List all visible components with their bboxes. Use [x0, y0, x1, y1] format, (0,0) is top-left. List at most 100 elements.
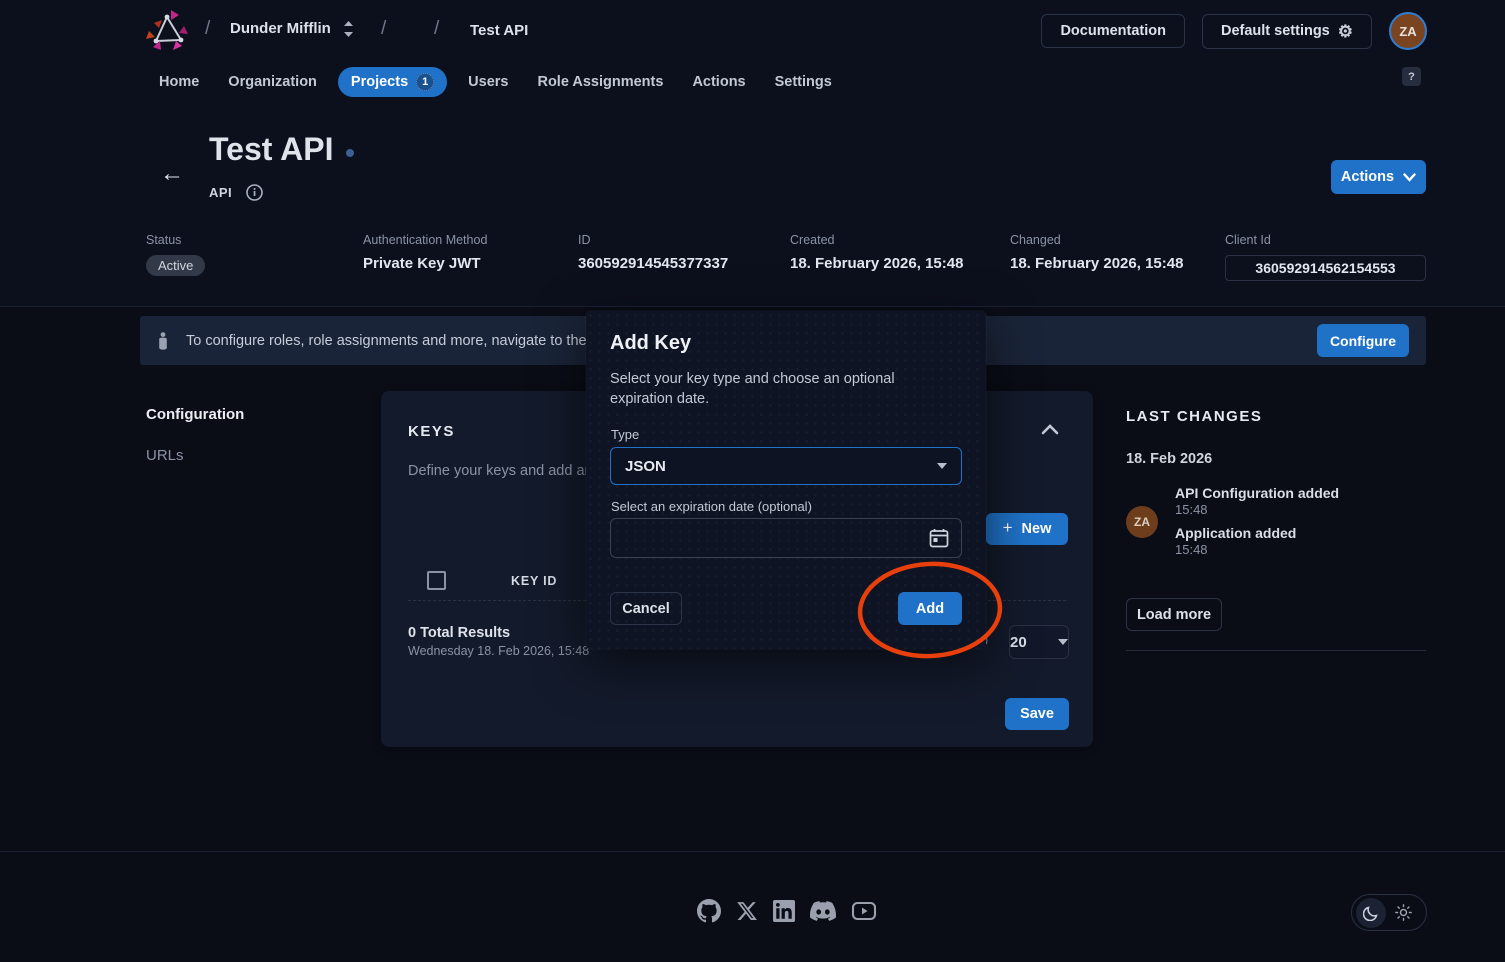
save-button[interactable]: Save [1005, 698, 1069, 730]
change-event-time: 15:48 [1175, 502, 1208, 517]
breadcrumb-app[interactable]: Test API [470, 22, 528, 39]
back-arrow-icon[interactable]: ← [160, 160, 184, 188]
meta-client-id: Client Id 360592914562154553 [1225, 233, 1426, 281]
documentation-button[interactable]: Documentation [1041, 14, 1185, 48]
status-dot-icon [346, 149, 354, 157]
discord-icon[interactable] [810, 898, 836, 924]
x-twitter-icon[interactable] [736, 900, 758, 922]
info-circle-icon[interactable] [246, 184, 263, 201]
gear-icon: ⚙ [1338, 23, 1353, 40]
change-author-avatar: ZA [1126, 506, 1158, 538]
social-links [697, 898, 877, 924]
meta-value: 18. February 2026, 15:48 [790, 255, 1010, 272]
nav-tab-users[interactable]: Users [468, 74, 508, 90]
cancel-button[interactable]: Cancel [610, 592, 682, 625]
breadcrumb-slash: / [205, 18, 210, 40]
client-id-value[interactable]: 360592914562154553 [1225, 255, 1426, 281]
chevron-down-icon [937, 463, 947, 469]
key-type-value: JSON [625, 458, 666, 475]
column-header-key-id: KEY ID [511, 574, 557, 588]
page-size-select[interactable]: 20 [1009, 625, 1069, 659]
meta-auth-method: Authentication Method Private Key JWT [363, 233, 578, 281]
meta-label: Changed [1010, 233, 1225, 247]
add-key-dialog: Add Key Select your key type and choose … [586, 311, 986, 649]
nav-tab-role-assignments[interactable]: Role Assignments [537, 74, 663, 90]
org-switch-icon [343, 21, 354, 37]
header-actions: Documentation Default settings ⚙ ZA [1041, 12, 1427, 50]
meta-label: Created [790, 233, 1010, 247]
new-key-button[interactable]: + New [986, 513, 1068, 545]
nav-tab-actions[interactable]: Actions [692, 74, 745, 90]
github-icon[interactable] [697, 899, 721, 923]
load-more-button[interactable]: Load more [1126, 598, 1222, 631]
nav-tab-projects-label: Projects [351, 74, 408, 90]
meta-row: Status Active Authentication Method Priv… [146, 233, 1426, 281]
sun-icon [1395, 904, 1412, 921]
select-all-checkbox[interactable] [427, 571, 446, 590]
dark-mode-button[interactable] [1356, 898, 1386, 928]
meta-label: ID [578, 233, 790, 247]
meta-label: Authentication Method [363, 233, 578, 247]
youtube-icon[interactable] [851, 900, 877, 922]
nav-tab-settings[interactable]: Settings [775, 74, 832, 90]
keys-panel-title: KEYS [408, 423, 455, 440]
breadcrumb-row: / Dunder Mifflin / / Test API Documentat… [0, 0, 1505, 62]
help-button[interactable]: ? [1402, 67, 1421, 86]
expiration-date-input[interactable] [623, 530, 929, 547]
page-title: Test API [209, 131, 354, 168]
change-event: Application added [1175, 525, 1296, 541]
change-event: API Configuration added [1175, 485, 1339, 501]
expiration-date-field[interactable] [610, 518, 962, 558]
change-event-time: 15:48 [1175, 542, 1208, 557]
dialog-description: Select your key type and choose an optio… [610, 370, 955, 409]
hero-actions-button[interactable]: Actions [1331, 160, 1426, 194]
plus-icon: + [1003, 518, 1013, 538]
nav-tab-projects[interactable]: Projects 1 [338, 67, 447, 97]
breadcrumb-slash: / [381, 18, 386, 40]
add-button[interactable]: Add [898, 592, 962, 625]
results-timestamp: Wednesday 18. Feb 2026, 15:48 [408, 644, 589, 658]
sidebar-item-configuration[interactable]: Configuration [146, 406, 244, 423]
total-results: 0 Total Results [408, 625, 510, 641]
dialog-title: Add Key [610, 332, 691, 355]
status-badge: Active [146, 255, 205, 276]
meta-value: Private Key JWT [363, 255, 578, 272]
linkedin-icon[interactable] [773, 900, 795, 922]
nav-tab-home[interactable]: Home [159, 74, 199, 90]
meta-label: Client Id [1225, 233, 1426, 247]
cancel-label: Cancel [622, 601, 670, 617]
meta-id: ID 360592914545377337 [578, 233, 790, 281]
collapse-chevron-icon[interactable] [1039, 419, 1061, 441]
load-more-label: Load more [1137, 607, 1211, 623]
app-kind-label: API [209, 185, 232, 200]
breadcrumb-org-label: Dunder Mifflin [230, 20, 331, 37]
documentation-label: Documentation [1060, 23, 1166, 39]
zitadel-logo-icon[interactable] [146, 8, 190, 54]
footer [0, 851, 1505, 962]
nav-tab-organization[interactable]: Organization [228, 74, 317, 90]
configure-button[interactable]: Configure [1317, 324, 1409, 357]
changes-date: 18. Feb 2026 [1126, 451, 1212, 467]
header-hero-zone: / Dunder Mifflin / / Test API Documentat… [0, 0, 1505, 307]
key-type-select[interactable]: JSON [610, 447, 962, 485]
meta-status: Status Active [146, 233, 363, 281]
sidebar-item-urls[interactable]: URLs [146, 447, 184, 464]
main-nav: Home Organization Projects 1 Users Role … [0, 62, 1505, 101]
meta-changed: Changed 18. February 2026, 15:48 [1010, 233, 1225, 281]
default-settings-label: Default settings [1221, 23, 1330, 39]
banner-text: To configure roles, role assignments and… [186, 333, 612, 349]
user-avatar[interactable]: ZA [1389, 12, 1427, 50]
meta-label: Status [146, 233, 363, 247]
breadcrumb-org-selector[interactable]: Dunder Mifflin [230, 20, 354, 37]
meta-value: 360592914545377337 [578, 255, 790, 272]
new-key-label: New [1022, 521, 1052, 537]
calendar-icon[interactable] [929, 528, 949, 548]
projects-count-badge: 1 [416, 73, 434, 91]
avatar-initials: ZA [1399, 24, 1416, 39]
configure-label: Configure [1330, 333, 1396, 349]
type-label: Type [611, 427, 639, 442]
light-mode-button[interactable] [1388, 898, 1418, 928]
last-changes-title: LAST CHANGES [1126, 408, 1262, 425]
hero-actions-label: Actions [1341, 169, 1394, 185]
default-settings-button[interactable]: Default settings ⚙ [1202, 14, 1372, 49]
